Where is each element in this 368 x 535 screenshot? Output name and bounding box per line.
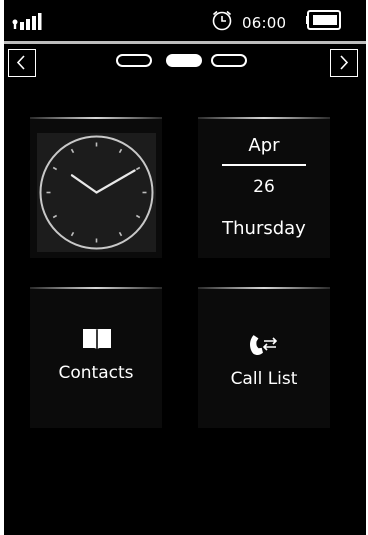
date-tile[interactable]: Apr 26 Thursday (198, 117, 330, 258)
next-page-button[interactable] (330, 49, 358, 77)
status-bar: 06:00 (4, 0, 366, 42)
page-dot-3[interactable] (211, 54, 247, 67)
analog-clock-icon (39, 135, 154, 250)
phone-arrows-icon (250, 335, 278, 356)
page-indicator (116, 54, 256, 70)
contacts-label: Contacts (58, 363, 134, 383)
alarm-clock-icon (212, 10, 232, 31)
home-screen: 06:00 Apr 26 Thursday Contacts Call List (4, 0, 366, 535)
call-list-label: Call List (230, 369, 298, 389)
page-dot-2[interactable] (166, 54, 202, 67)
clock-tile[interactable] (30, 117, 162, 258)
battery-full-icon (306, 10, 341, 30)
clock-time: 06:00 (242, 14, 287, 32)
chevron-right-icon (340, 55, 349, 70)
call-list-tile[interactable]: Call List (198, 287, 330, 428)
contacts-tile[interactable]: Contacts (30, 287, 162, 428)
chevron-left-icon (16, 55, 25, 70)
book-icon (83, 329, 111, 350)
previous-page-button[interactable] (8, 49, 36, 77)
date-divider (222, 164, 306, 166)
date-weekday: Thursday (222, 218, 306, 239)
analog-clock (37, 133, 156, 252)
signal-strength-icon (12, 13, 42, 30)
date-month: Apr (248, 135, 280, 156)
date-day: 26 (253, 177, 275, 197)
status-divider (4, 41, 366, 44)
page-dot-1[interactable] (116, 54, 152, 67)
